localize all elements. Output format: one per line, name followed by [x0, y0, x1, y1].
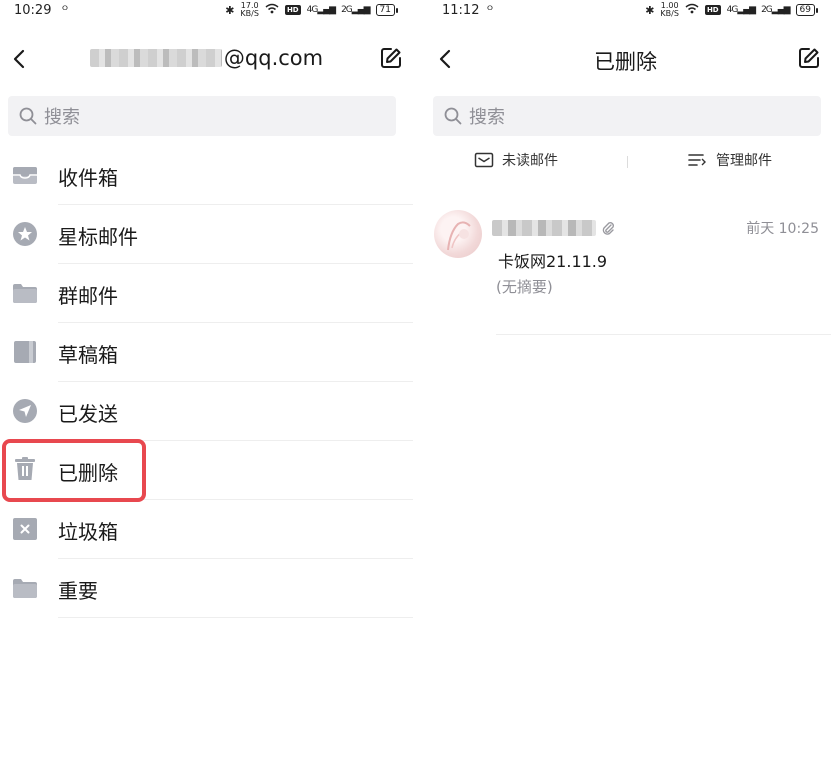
search-icon — [19, 107, 37, 125]
search-placeholder: 搜索 — [469, 107, 505, 128]
folder-item-important[interactable]: 重要 — [0, 559, 413, 618]
battery-icon: 69 — [795, 4, 819, 16]
hd-badge: HD — [704, 5, 721, 15]
mail-subject: 卡饭网21.11.9 — [498, 252, 608, 271]
highlight-box — [2, 439, 146, 502]
star-icon — [13, 222, 37, 246]
envelope-icon — [474, 152, 494, 168]
folder-item-sent[interactable]: 已发送 — [0, 382, 413, 441]
unread-mail-button[interactable]: 未读邮件 — [474, 150, 558, 170]
sent-icon — [13, 399, 37, 423]
signal-icon-2: 2G▂▄▆ — [341, 5, 370, 15]
status-bar: 10:29 ᴼ ✱ 17.0 KB/S HD 4G▂▄▆ 2G▂▄▆ 71 — [0, 0, 413, 22]
wifi-icon — [265, 3, 279, 17]
network-speed: 17.0 KB/S — [240, 1, 259, 18]
avatar — [434, 210, 482, 258]
mail-time: 前天 10:25 — [746, 221, 819, 237]
mail-list-item[interactable]: 前天 10:25 卡饭网21.11.9 (无摘要) — [420, 206, 831, 335]
signal-icon: 4G▂▄▆ — [306, 5, 336, 15]
top-bar: 已删除 — [420, 40, 831, 80]
attachment-icon — [602, 222, 614, 235]
action-divider — [627, 156, 628, 168]
hd-badge: HD — [284, 5, 301, 15]
bluetooth-icon: ✱ — [225, 3, 235, 17]
compose-icon — [381, 48, 401, 68]
inbox-icon — [13, 167, 37, 184]
sender-avatar-image — [447, 221, 471, 251]
mail-summary: (无摘要) — [496, 278, 553, 296]
manage-mail-button[interactable]: 管理邮件 — [688, 150, 772, 170]
blurred-sender-name — [492, 220, 596, 236]
folder-icon — [13, 579, 37, 598]
signal-icon: 4G▂▄▆ — [726, 5, 756, 15]
notification-icon: ᴼ — [487, 3, 493, 17]
folder-item-starred[interactable]: 星标邮件 — [0, 205, 413, 264]
battery-icon: 71 — [375, 4, 399, 16]
folder-item-inbox[interactable]: 收件箱 — [0, 146, 413, 205]
network-speed: 1.00 KB/S — [660, 1, 679, 18]
folder-icon — [13, 284, 37, 303]
deleted-folder-screen: 11:12 ᴼ ✱ 1.00 KB/S HD 4G▂▄▆ 2G▂▄▆ 69 已删除… — [420, 0, 831, 768]
compose-button[interactable] — [379, 46, 403, 70]
search-placeholder: 搜索 — [44, 107, 80, 128]
page-title: 已删除 — [594, 50, 657, 74]
bluetooth-icon: ✱ — [645, 3, 655, 17]
compose-icon — [799, 48, 819, 68]
search-input[interactable]: 搜索 — [8, 96, 396, 136]
status-time: 11:12 — [442, 3, 480, 18]
draft-icon — [14, 341, 36, 363]
action-bar: 未读邮件 管理邮件 — [420, 146, 831, 176]
folder-list-screen: 10:29 ᴼ ✱ 17.0 KB/S HD 4G▂▄▆ 2G▂▄▆ 71 @qq… — [0, 0, 413, 768]
status-time: 10:29 — [14, 3, 52, 18]
search-input[interactable]: 搜索 — [433, 96, 821, 136]
folder-item-spam[interactable]: 垃圾箱 — [0, 500, 413, 559]
spam-icon — [13, 518, 37, 540]
notification-icon: ᴼ — [62, 3, 68, 17]
folder-list: 收件箱 星标邮件 群邮件 草稿箱 已发送 已删除 垃圾箱 重要 — [0, 146, 413, 618]
wifi-icon — [685, 3, 699, 17]
manage-list-icon — [688, 154, 706, 166]
status-bar: 11:12 ᴼ ✱ 1.00 KB/S HD 4G▂▄▆ 2G▂▄▆ 69 — [420, 0, 831, 22]
compose-button[interactable] — [797, 46, 821, 70]
folder-item-drafts[interactable]: 草稿箱 — [0, 323, 413, 382]
account-title[interactable]: @qq.com — [0, 46, 413, 70]
folder-item-group[interactable]: 群邮件 — [0, 264, 413, 323]
signal-icon-2: 2G▂▄▆ — [761, 5, 790, 15]
search-icon — [444, 107, 462, 125]
top-bar: @qq.com — [0, 40, 413, 80]
blurred-account-name — [89, 49, 222, 67]
